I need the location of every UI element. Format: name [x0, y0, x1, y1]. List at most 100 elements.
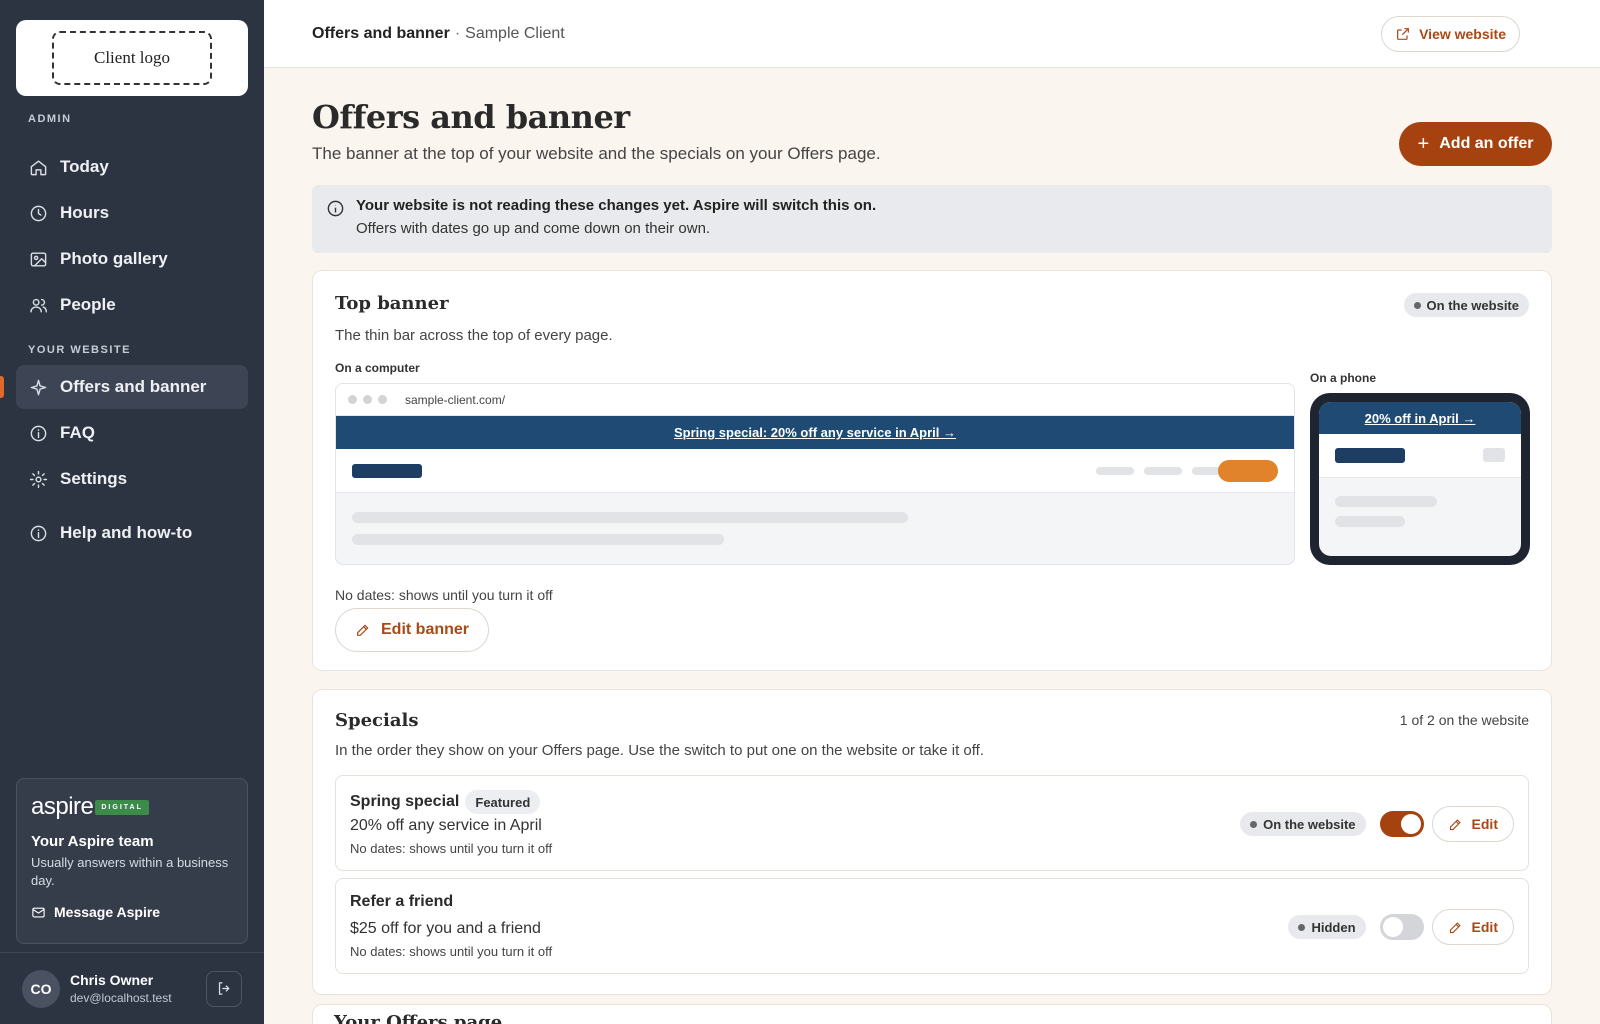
- top-banner-card: Top banner On the website The thin bar a…: [312, 270, 1552, 671]
- sidebar-item-today[interactable]: Today: [16, 145, 248, 189]
- site-nav-skeleton: [336, 449, 1294, 493]
- add-offer-button[interactable]: + Add an offer: [1399, 122, 1552, 166]
- special-title: Spring special Featured: [350, 790, 541, 814]
- status-dot: [1298, 923, 1306, 931]
- phone-banner-preview: 20% off in April →: [1319, 402, 1521, 434]
- sidebar-item-label: FAQ: [60, 423, 95, 442]
- breadcrumb-client: Sample Client: [465, 24, 565, 42]
- edit-banner-button[interactable]: Edit banner: [335, 608, 490, 652]
- plus-icon: +: [1417, 133, 1430, 155]
- visibility-toggle[interactable]: [1379, 811, 1424, 837]
- logout-button[interactable]: [206, 970, 242, 1007]
- message-aspire-link[interactable]: Message Aspire: [31, 904, 233, 920]
- client-logo: Client logo: [52, 31, 212, 85]
- sidebar: Client logo ADMIN Today Hours Photo gall…: [0, 0, 264, 1024]
- sidebar-item-label: Today: [60, 157, 109, 176]
- aspire-team-card: aspire DIGITAL Your Aspire team Usually …: [16, 778, 248, 944]
- aspire-team-subtitle: Usually answers within a business day.: [31, 855, 229, 888]
- specials-card: Specials 1 of 2 on the website In the or…: [312, 689, 1552, 995]
- browser-bar: sample-client.com/: [336, 384, 1294, 416]
- page-subtitle: The banner at the top of your website an…: [312, 144, 881, 163]
- avatar: CO: [22, 969, 60, 1008]
- status-badge: On the website: [1240, 812, 1366, 836]
- sidebar-item-label: Settings: [60, 469, 128, 488]
- sidebar-item-label: People: [60, 295, 116, 314]
- sidebar-item-faq[interactable]: FAQ: [16, 411, 248, 455]
- sidebar-item-hours[interactable]: Hours: [16, 191, 248, 235]
- specials-count: 1 of 2 on the website: [1399, 712, 1529, 728]
- offers-page-title: Your Offers page: [334, 1012, 503, 1024]
- sidebar-item-label: Photo gallery: [60, 249, 168, 268]
- toggle-knob: [1382, 917, 1403, 937]
- gear-icon: [28, 469, 48, 489]
- content-skeleton: [352, 512, 908, 523]
- browser-dot: [378, 395, 387, 404]
- site-logo-skeleton: [352, 464, 422, 478]
- user-name: Chris Owner: [70, 972, 154, 988]
- sidebar-item-help[interactable]: Help and how-to: [16, 511, 248, 555]
- sidebar-item-offers-and-banner[interactable]: Offers and banner: [16, 365, 248, 409]
- content-skeleton: [352, 534, 724, 545]
- info-icon: [28, 423, 48, 443]
- computer-preview-label: On a computer: [335, 361, 420, 375]
- edit-special-button[interactable]: Edit: [1431, 806, 1514, 842]
- top-banner-subtitle: The thin bar across the top of every pag…: [335, 327, 613, 344]
- breadcrumb-separator: ·: [454, 24, 461, 42]
- website-section-label: YOUR WEBSITE: [28, 344, 131, 356]
- admin-section-label: ADMIN: [28, 113, 72, 125]
- page-title: Offers and banner: [312, 98, 630, 136]
- aspire-team-title: Your Aspire team: [31, 833, 154, 850]
- pencil-icon: [357, 624, 369, 636]
- status-dot: [1250, 820, 1258, 828]
- special-title: Refer a friend: [350, 893, 454, 910]
- specials-title: Specials: [335, 710, 419, 731]
- top-banner-title: Top banner: [335, 293, 449, 314]
- toggle-knob: [1400, 814, 1421, 834]
- menu-skeleton: [1483, 448, 1505, 462]
- list-item: Spring special Featured 20% off any serv…: [335, 775, 1529, 871]
- special-dates: No dates: shows until you turn it off: [350, 944, 553, 959]
- status-badge: On the website: [1403, 293, 1529, 317]
- breadcrumb: Offers and banner · Sample Client: [312, 25, 565, 43]
- content-skeleton: [1335, 496, 1437, 507]
- site-link-skeleton: [1096, 467, 1134, 475]
- clock-icon: [28, 203, 48, 223]
- user-email: dev@localhost.test: [70, 991, 172, 1005]
- edit-special-button[interactable]: Edit: [1431, 909, 1514, 945]
- pencil-icon: [1449, 921, 1461, 933]
- sidebar-item-label: Offers and banner: [60, 377, 207, 396]
- client-logo-card[interactable]: Client logo: [16, 20, 248, 96]
- info-icon: [327, 200, 344, 217]
- sparkle-icon: [28, 377, 48, 397]
- phone-preview: 20% off in April →: [1310, 393, 1530, 565]
- status-dot: [1413, 301, 1421, 309]
- user-profile: CO Chris Owner dev@localhost.test: [0, 952, 264, 1024]
- visibility-toggle[interactable]: [1379, 914, 1424, 940]
- specials-subtitle: In the order they show on your Offers pa…: [335, 742, 984, 759]
- content-skeleton: [1335, 516, 1405, 527]
- special-dates: No dates: shows until you turn it off: [350, 841, 553, 856]
- info-icon: [28, 523, 48, 543]
- external-link-icon: [1397, 28, 1410, 40]
- special-description: $25 off for you and a friend: [350, 920, 541, 937]
- desktop-preview: sample-client.com/ Spring special: 20% o…: [335, 383, 1295, 565]
- notice-text: Offers with dates go up and come down on…: [356, 220, 711, 237]
- sidebar-item-settings[interactable]: Settings: [16, 457, 248, 501]
- sidebar-item-label: Help and how-to: [60, 523, 193, 542]
- sidebar-item-label: Hours: [60, 203, 110, 222]
- logout-icon: [218, 982, 230, 995]
- site-link-skeleton: [1144, 467, 1182, 475]
- site-cta-skeleton: [1218, 460, 1278, 482]
- info-notice: Your website is not reading these change…: [312, 185, 1552, 253]
- pencil-icon: [1449, 818, 1461, 830]
- sidebar-item-people[interactable]: People: [16, 283, 248, 327]
- site-logo-skeleton: [1335, 448, 1405, 463]
- sidebar-item-photo-gallery[interactable]: Photo gallery: [16, 237, 248, 281]
- status-badge: Hidden: [1288, 915, 1366, 939]
- view-website-button[interactable]: View website: [1381, 16, 1520, 52]
- home-icon: [28, 157, 48, 177]
- active-nav-marker: [0, 376, 4, 398]
- people-icon: [28, 295, 48, 315]
- phone-preview-label: On a phone: [1310, 371, 1376, 385]
- breadcrumb-current: Offers and banner: [312, 24, 450, 42]
